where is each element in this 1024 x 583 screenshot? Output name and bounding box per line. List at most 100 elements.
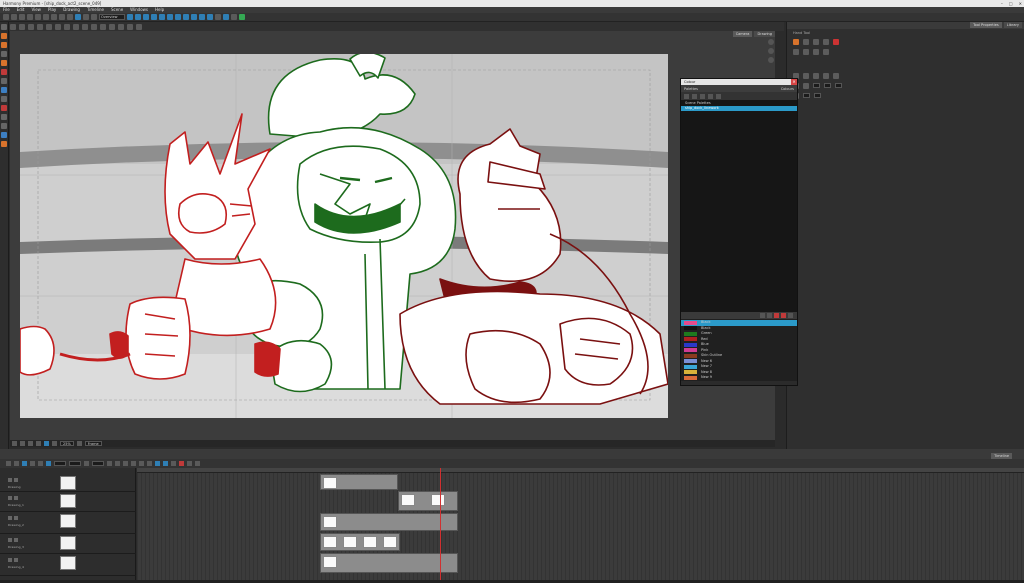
rotate-icon[interactable]: [143, 14, 149, 20]
transform-icon[interactable]: [135, 14, 141, 20]
add-colour-icon[interactable]: [760, 313, 765, 318]
brush-icon[interactable]: [28, 23, 34, 30]
brush-tool-icon[interactable]: [1, 33, 7, 39]
rectangle-icon[interactable]: [73, 23, 79, 30]
visibility-icon[interactable]: [8, 496, 12, 500]
last-frame-icon[interactable]: [38, 461, 43, 466]
close-icon[interactable]: ✕: [791, 79, 797, 85]
tab-tool-properties[interactable]: Tool Properties: [970, 22, 1002, 28]
open-icon[interactable]: [11, 14, 17, 20]
morph-icon[interactable]: [183, 14, 189, 20]
paint-icon[interactable]: [55, 23, 61, 30]
onion-skin-icon[interactable]: [52, 441, 57, 446]
hold-icon[interactable]: [147, 461, 152, 466]
cut-icon[interactable]: [43, 14, 49, 20]
timeline-layer[interactable]: Drawing_3: [0, 534, 136, 554]
rotate-view-icon[interactable]: [767, 57, 774, 63]
zoom-out-icon[interactable]: [195, 461, 200, 466]
timeline-frame-grid[interactable]: [137, 468, 1024, 580]
timeline-cell-block[interactable]: [398, 491, 458, 511]
start-frame-field[interactable]: [54, 461, 66, 466]
align-icon[interactable]: [803, 73, 809, 79]
save-icon[interactable]: [19, 14, 25, 20]
palette-menu-icon[interactable]: [684, 93, 689, 99]
skew-icon[interactable]: [159, 14, 165, 20]
remove-colour-icon[interactable]: [767, 313, 772, 318]
line-icon[interactable]: [64, 23, 70, 30]
playhead[interactable]: [440, 468, 441, 580]
zoom-tool-icon[interactable]: [1, 123, 7, 129]
timeline-cell-block[interactable]: [320, 553, 458, 573]
play-icon[interactable]: [22, 461, 27, 466]
visibility-icon[interactable]: [8, 538, 12, 542]
onion-icon[interactable]: [231, 14, 237, 20]
lock-icon[interactable]: [14, 516, 18, 520]
delete-layer-icon[interactable]: [115, 461, 120, 466]
timeline-layer[interactable]: Drawing_4: [0, 554, 136, 576]
link-palette-icon[interactable]: [716, 93, 721, 99]
next-frame-icon[interactable]: [30, 461, 35, 466]
tab-camera[interactable]: Camera: [732, 31, 753, 37]
marquee-icon[interactable]: [803, 39, 809, 45]
distribute-icon[interactable]: [813, 73, 819, 79]
flip-v-icon[interactable]: [803, 49, 809, 55]
colour-item[interactable]: New 9: [681, 375, 797, 381]
key-icon[interactable]: [123, 461, 128, 466]
timeline-layer[interactable]: Drawing: [0, 474, 136, 492]
select-tool-icon[interactable]: [1, 24, 7, 30]
minimize-icon[interactable]: –: [1001, 0, 1003, 7]
value-field-3[interactable]: [835, 83, 842, 88]
end-frame-field[interactable]: [69, 461, 81, 466]
deform-icon[interactable]: [127, 14, 133, 20]
visibility-icon[interactable]: [8, 478, 12, 482]
first-frame-icon[interactable]: [6, 461, 11, 466]
render-icon[interactable]: [75, 14, 81, 20]
pivot-icon[interactable]: [803, 83, 809, 89]
loop-icon[interactable]: [46, 461, 51, 466]
center-icon[interactable]: [813, 49, 819, 55]
visibility-icon[interactable]: [8, 516, 12, 520]
onion-forward-icon[interactable]: [163, 461, 168, 466]
flip-icon[interactable]: [36, 441, 41, 446]
tab-library[interactable]: Library: [1003, 22, 1022, 28]
hand-icon[interactable]: [118, 23, 124, 30]
render-mode-icon[interactable]: [76, 441, 82, 446]
hand-tool-icon[interactable]: [1, 114, 7, 120]
timeline-cell-block[interactable]: [320, 513, 458, 531]
new-icon[interactable]: [3, 14, 9, 20]
colour-window-titlebar[interactable]: Colour ✕: [681, 79, 797, 85]
camera-view[interactable]: Camera Drawing: [10, 31, 775, 440]
zoom-icon[interactable]: [127, 23, 133, 30]
close-icon[interactable]: ✕: [1019, 0, 1022, 7]
rotate-icon[interactable]: [823, 39, 829, 45]
fit-icon[interactable]: [823, 49, 829, 55]
reset-view-icon[interactable]: [767, 39, 774, 45]
snap-icon[interactable]: [91, 14, 97, 20]
sound-icon[interactable]: [84, 461, 89, 466]
drawing-canvas[interactable]: [20, 54, 668, 418]
prev-frame-icon[interactable]: [14, 461, 19, 466]
lock-icon[interactable]: [14, 496, 18, 500]
select-icon[interactable]: [10, 23, 16, 30]
eraser-tool-icon[interactable]: [1, 60, 7, 66]
lock-icon[interactable]: [14, 538, 18, 542]
remove-palette-icon[interactable]: [700, 93, 705, 99]
paint-tool-icon[interactable]: [1, 69, 7, 75]
contour-tool-icon[interactable]: [1, 132, 7, 138]
tab-timeline[interactable]: Timeline: [991, 453, 1012, 459]
fit-view-icon[interactable]: [767, 48, 774, 54]
import-icon[interactable]: [67, 14, 73, 20]
dropper-tool-icon[interactable]: [1, 105, 7, 111]
workspace-select[interactable]: Overview: [99, 14, 125, 20]
frame-mode-field[interactable]: Frame: [84, 441, 102, 446]
rotate-view-icon[interactable]: [136, 23, 142, 30]
value-field-2[interactable]: [824, 83, 831, 88]
tab-drawing[interactable]: Drawing: [754, 31, 775, 37]
stamp-tool-icon[interactable]: [1, 141, 7, 147]
redo-icon[interactable]: [35, 14, 41, 20]
polyline-icon[interactable]: [91, 23, 97, 30]
snap-icon[interactable]: [823, 73, 829, 79]
copy-icon[interactable]: [51, 14, 57, 20]
list-mode-icon[interactable]: [781, 313, 786, 318]
reset-pan-icon[interactable]: [20, 441, 25, 446]
